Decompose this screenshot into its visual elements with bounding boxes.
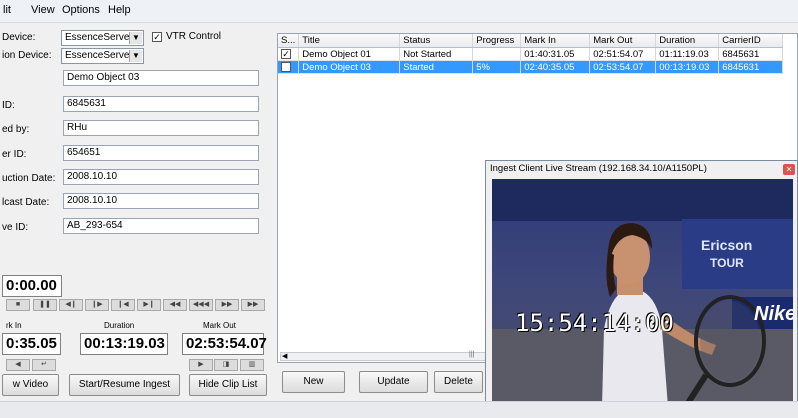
current-timecode: 0:00.00 (2, 275, 62, 297)
duration-label: Duration (104, 321, 135, 330)
row-duration: 00:13:19.03 (655, 60, 720, 74)
carrier-id-field[interactable]: 654651 (63, 145, 259, 161)
vtr-control-checkbox[interactable]: ✓ (152, 32, 162, 42)
banner-text-nike: Nike (754, 303, 793, 325)
pause-icon[interactable]: ❚❚ (33, 299, 57, 311)
row-status: Started (399, 60, 474, 74)
broadcast-date-field[interactable]: 2008.10.10 (63, 193, 259, 209)
live-stream-window: Ingest Client Live Stream (192.168.34.10… (485, 160, 798, 410)
duration-timecode: 00:13:19.03 (80, 333, 168, 355)
col-title[interactable]: Title (298, 34, 401, 48)
clear-marks-icon[interactable]: ▥ (240, 359, 264, 371)
next-frame-icon[interactable]: ▶❙ (137, 299, 161, 311)
col-selected[interactable]: S... (278, 34, 300, 48)
archive-id-field[interactable]: AB_293-654 (63, 218, 259, 234)
broadcast-date-label: lcast Date: (2, 197, 50, 208)
vtr-control-label: VTR Control (166, 31, 222, 42)
scroll-left-icon[interactable]: ◀ (282, 352, 287, 360)
delete-button[interactable]: Delete (434, 371, 483, 393)
banner-text-tour: TOUR (710, 256, 744, 270)
menu-edit[interactable]: lit (3, 4, 11, 16)
row-carrier: 6845631 (718, 47, 784, 61)
col-carrier-id[interactable]: CarrierID (718, 34, 784, 48)
created-by-field[interactable]: RHu (63, 120, 259, 136)
row-mark-in: 02:40:35.05 (520, 60, 591, 74)
stop-icon[interactable]: ■ (6, 299, 30, 311)
row-mark-out: 02:51:54.07 (589, 47, 657, 61)
menu-view[interactable]: View (31, 4, 55, 16)
col-duration[interactable]: Duration (655, 34, 720, 48)
dest-device-label: ion Device: (2, 50, 52, 61)
preview-video-button[interactable]: w Video (2, 374, 59, 396)
device-select[interactable]: EssenceServerW ▼ (61, 30, 144, 46)
hide-clip-list-button[interactable]: Hide Clip List (189, 374, 267, 396)
row-checkbox[interactable]: ✓ (281, 49, 291, 59)
mark-out-timecode: 02:53:54.07 (182, 333, 267, 355)
col-progress[interactable]: Progress (472, 34, 522, 48)
row-status: Not Started (399, 47, 474, 61)
fast-rewind-icon[interactable]: ◀◀◀ (189, 299, 213, 311)
mark-in-label: rk In (6, 321, 22, 330)
carrier-id-label: er ID: (2, 149, 27, 160)
row-title: Demo Object 01 (298, 47, 401, 61)
status-bar (0, 401, 798, 418)
rewind-icon[interactable]: ◀◀ (163, 299, 187, 311)
production-date-field[interactable]: 2008.10.10 (63, 169, 259, 185)
clip-table: S... Title Status Progress Mark In Mark … (278, 34, 784, 74)
close-icon[interactable]: ✕ (783, 164, 795, 175)
step-forward-icon[interactable]: ❙▶ (85, 299, 109, 311)
scroll-thumb-grip-icon[interactable]: ||| (469, 351, 474, 358)
table-row-selected[interactable]: ✓ Demo Object 03 Started 5% 02:40:35.05 … (278, 60, 784, 74)
fast-forward-end-icon[interactable]: ▶▶ (241, 299, 265, 311)
id-label: ID: (2, 100, 15, 111)
mark-out-label: Mark Out (203, 321, 236, 330)
menu-help[interactable]: Help (108, 4, 131, 16)
col-mark-out[interactable]: Mark Out (589, 34, 657, 48)
row-title: Demo Object 03 (298, 60, 401, 74)
video-scene (492, 179, 793, 407)
live-stream-title: Ingest Client Live Stream (192.168.34.10… (490, 163, 707, 174)
table-row[interactable]: ✓ Demo Object 01 Not Started 01:40:31.05… (278, 47, 784, 61)
banner-text-ericson: Ericson (701, 237, 753, 253)
table-header-row: S... Title Status Progress Mark In Mark … (278, 34, 784, 48)
goto-mark-in-icon[interactable]: ↵ (32, 359, 56, 371)
row-carrier: 6845631 (718, 60, 784, 74)
live-video-frame: Ericson TOUR Nike 15:54:14:00 (492, 179, 793, 407)
video-overlay-timecode: 15:54:14:00 (515, 309, 674, 337)
row-mark-out: 02:53:54.07 (589, 60, 657, 74)
fast-forward-icon[interactable]: ▶▶ (215, 299, 239, 311)
prev-frame-icon[interactable]: ❙◀ (111, 299, 135, 311)
row-progress: 5% (472, 60, 522, 74)
production-date-label: uction Date: (2, 173, 56, 184)
menu-options[interactable]: Options (62, 4, 100, 16)
goto-mark-out-icon[interactable]: ◨ (214, 359, 238, 371)
id-field[interactable]: 6845631 (63, 96, 259, 112)
row-progress (472, 47, 522, 61)
new-button[interactable]: New (282, 371, 345, 393)
row-checkbox[interactable]: ✓ (281, 62, 291, 72)
step-back-icon[interactable]: ◀❙ (59, 299, 83, 311)
title-field[interactable]: Demo Object 03 (63, 70, 259, 86)
set-mark-in-icon[interactable]: ◀ (6, 359, 30, 371)
row-duration: 01:11:19.03 (655, 47, 720, 61)
created-by-label: ed by: (2, 124, 30, 135)
menu-bar: lit View Options Help (0, 0, 798, 23)
start-resume-ingest-button[interactable]: Start/Resume Ingest (69, 374, 180, 396)
row-mark-in: 01:40:31.05 (520, 47, 591, 61)
device-label: Device: (2, 32, 36, 43)
grid-horizontal-scrollbar[interactable]: ◀ ||| (280, 351, 487, 361)
dest-device-select[interactable]: EssenceServerN ▼ (61, 48, 144, 64)
col-mark-in[interactable]: Mark In (520, 34, 591, 48)
update-button[interactable]: Update (359, 371, 428, 393)
chevron-down-icon: ▼ (129, 32, 142, 44)
set-mark-out-icon[interactable]: ▶ (189, 359, 213, 371)
chevron-down-icon: ▼ (129, 50, 142, 62)
col-status[interactable]: Status (399, 34, 474, 48)
archive-id-label: ve ID: (2, 222, 29, 233)
mark-in-timecode: 0:35.05 (2, 333, 61, 355)
